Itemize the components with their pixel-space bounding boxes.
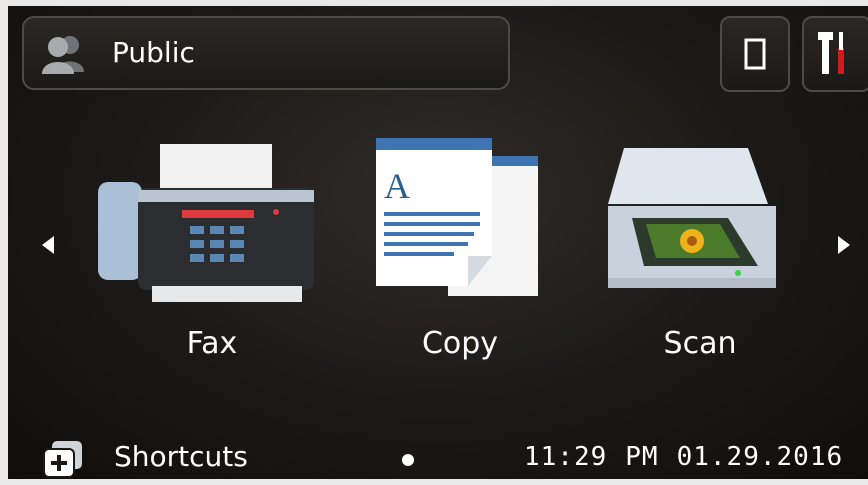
svg-text:A: A <box>384 166 410 206</box>
scanner-icon <box>608 148 776 288</box>
toner-button[interactable] <box>720 16 790 92</box>
copy-icon: A <box>376 138 538 296</box>
users-icon <box>42 36 84 74</box>
document-icon <box>744 38 766 70</box>
device-bezel: Public Fax A Copy Scan Shortcuts 11:29 P… <box>0 0 868 485</box>
user-label: Public <box>112 36 195 69</box>
date-text: 01.29.2016 <box>676 442 844 472</box>
page-indicator-dot <box>402 454 414 466</box>
fax-app[interactable]: Fax <box>92 126 332 386</box>
status-bar: Shortcuts 11:29 PM 01.29.2016 <box>8 436 868 479</box>
tools-icon <box>818 32 844 74</box>
arrow-left-icon[interactable] <box>42 236 54 254</box>
settings-button[interactable] <box>802 16 868 92</box>
shortcuts-icon[interactable] <box>42 439 84 479</box>
copy-label: Copy <box>421 326 499 361</box>
shortcuts-label[interactable]: Shortcuts <box>114 440 248 473</box>
touch-screen: Public Fax A Copy Scan Shortcuts 11:29 P… <box>8 6 868 479</box>
scan-label: Scan <box>663 326 737 361</box>
fax-label: Fax <box>186 326 238 361</box>
copy-app[interactable]: A Copy <box>340 126 580 386</box>
time-text: 11:29 <box>524 442 608 472</box>
fax-icon <box>98 144 314 302</box>
arrow-right-icon[interactable] <box>838 236 850 254</box>
ampm-text: PM <box>625 442 659 472</box>
scan-app[interactable]: Scan <box>580 126 820 386</box>
user-selector[interactable]: Public <box>22 16 510 90</box>
datetime: 11:29 PM 01.29.2016 <box>524 442 843 472</box>
